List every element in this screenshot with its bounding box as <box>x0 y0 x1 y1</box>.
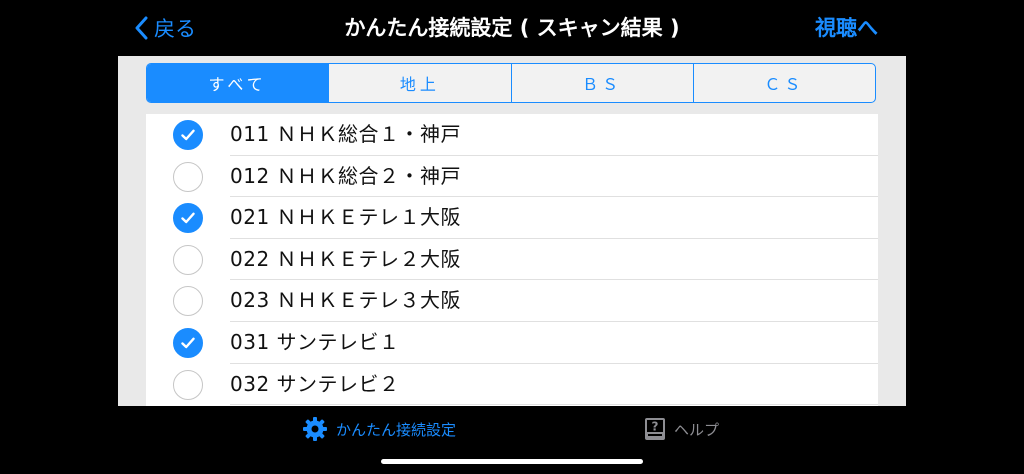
segment-all[interactable]: すべて <box>147 64 329 102</box>
navigation-bar: 戻る かんたん接続設定 ( スキャン結果 ) 視聴へ <box>0 0 1024 56</box>
segment-terrestrial[interactable]: 地上 <box>328 64 510 102</box>
tab-easy-setup-label: かんたん接続設定 <box>336 420 457 439</box>
tab-bar: かんたん接続設定 ? ヘルプ <box>0 406 1024 452</box>
tab-help[interactable]: ? ヘルプ <box>644 414 719 444</box>
channel-row[interactable]: 011 ＮＨＫ総合１・神戸 <box>146 114 878 156</box>
unchecked-circle-icon[interactable] <box>173 286 203 317</box>
unchecked-circle-icon[interactable] <box>173 369 203 400</box>
segment-bs[interactable]: ＢＳ <box>510 64 693 102</box>
channel-label: 011 ＮＨＫ総合１・神戸 <box>230 122 462 146</box>
channel-row[interactable]: 022 ＮＨＫＥテレ２大阪 <box>146 239 878 281</box>
channel-list[interactable]: 011 ＮＨＫ総合１・神戸 012 ＮＨＫ総合２・神戸 021 ＮＨＫＥテレ１大阪 0… <box>146 114 878 406</box>
channel-label: 031 サンテレビ１ <box>230 329 400 354</box>
home-indicator <box>381 459 643 464</box>
segment-cs[interactable]: ＣＳ <box>692 64 875 102</box>
channel-row[interactable]: 012 ＮＨＫ総合２・神戸 <box>146 156 878 198</box>
channel-row[interactable]: 023 ＮＨＫＥテレ３大阪 <box>146 280 878 322</box>
channel-label: 021 ＮＨＫＥテレ１大阪 <box>230 205 462 230</box>
broadcast-filter: すべて 地上 ＢＳ ＣＳ <box>146 63 876 103</box>
unchecked-circle-icon[interactable] <box>173 244 203 275</box>
unchecked-circle-icon[interactable] <box>173 161 203 192</box>
tab-easy-setup[interactable]: かんたん接続設定 <box>302 414 456 444</box>
channel-row[interactable]: 021 ＮＨＫＥテレ１大阪 <box>146 197 878 239</box>
checkmark-icon <box>181 212 195 224</box>
channel-row[interactable]: 032 サンテレビ２ <box>146 364 878 406</box>
channel-label: 012 ＮＨＫ総合２・神戸 <box>230 163 462 188</box>
channel-label: 023 ＮＨＫＥテレ３大阪 <box>230 288 462 313</box>
channel-label: 022 ＮＨＫＥテレ２大阪 <box>230 246 462 271</box>
checked-circle-icon[interactable] <box>173 327 203 358</box>
tab-help-label: ヘルプ <box>674 420 720 439</box>
channel-row[interactable]: 031 サンテレビ１ <box>146 322 878 364</box>
channel-label: 032 サンテレビ２ <box>230 371 400 396</box>
svg-text:?: ? <box>652 420 659 434</box>
watch-button[interactable]: 視聴へ <box>815 12 878 44</box>
gear-icon <box>303 417 327 441</box>
checked-circle-icon[interactable] <box>173 120 203 150</box>
row-divider <box>230 404 878 406</box>
checkmark-icon <box>181 337 195 349</box>
checked-circle-icon[interactable] <box>173 203 203 234</box>
help-icon: ? <box>645 418 665 440</box>
scan-result-panel: すべて 地上 ＢＳ ＣＳ 011 ＮＨＫ総合１・神戸 012 ＮＨＫ総合２・神戸 0… <box>118 56 906 406</box>
checkmark-icon <box>181 129 195 141</box>
